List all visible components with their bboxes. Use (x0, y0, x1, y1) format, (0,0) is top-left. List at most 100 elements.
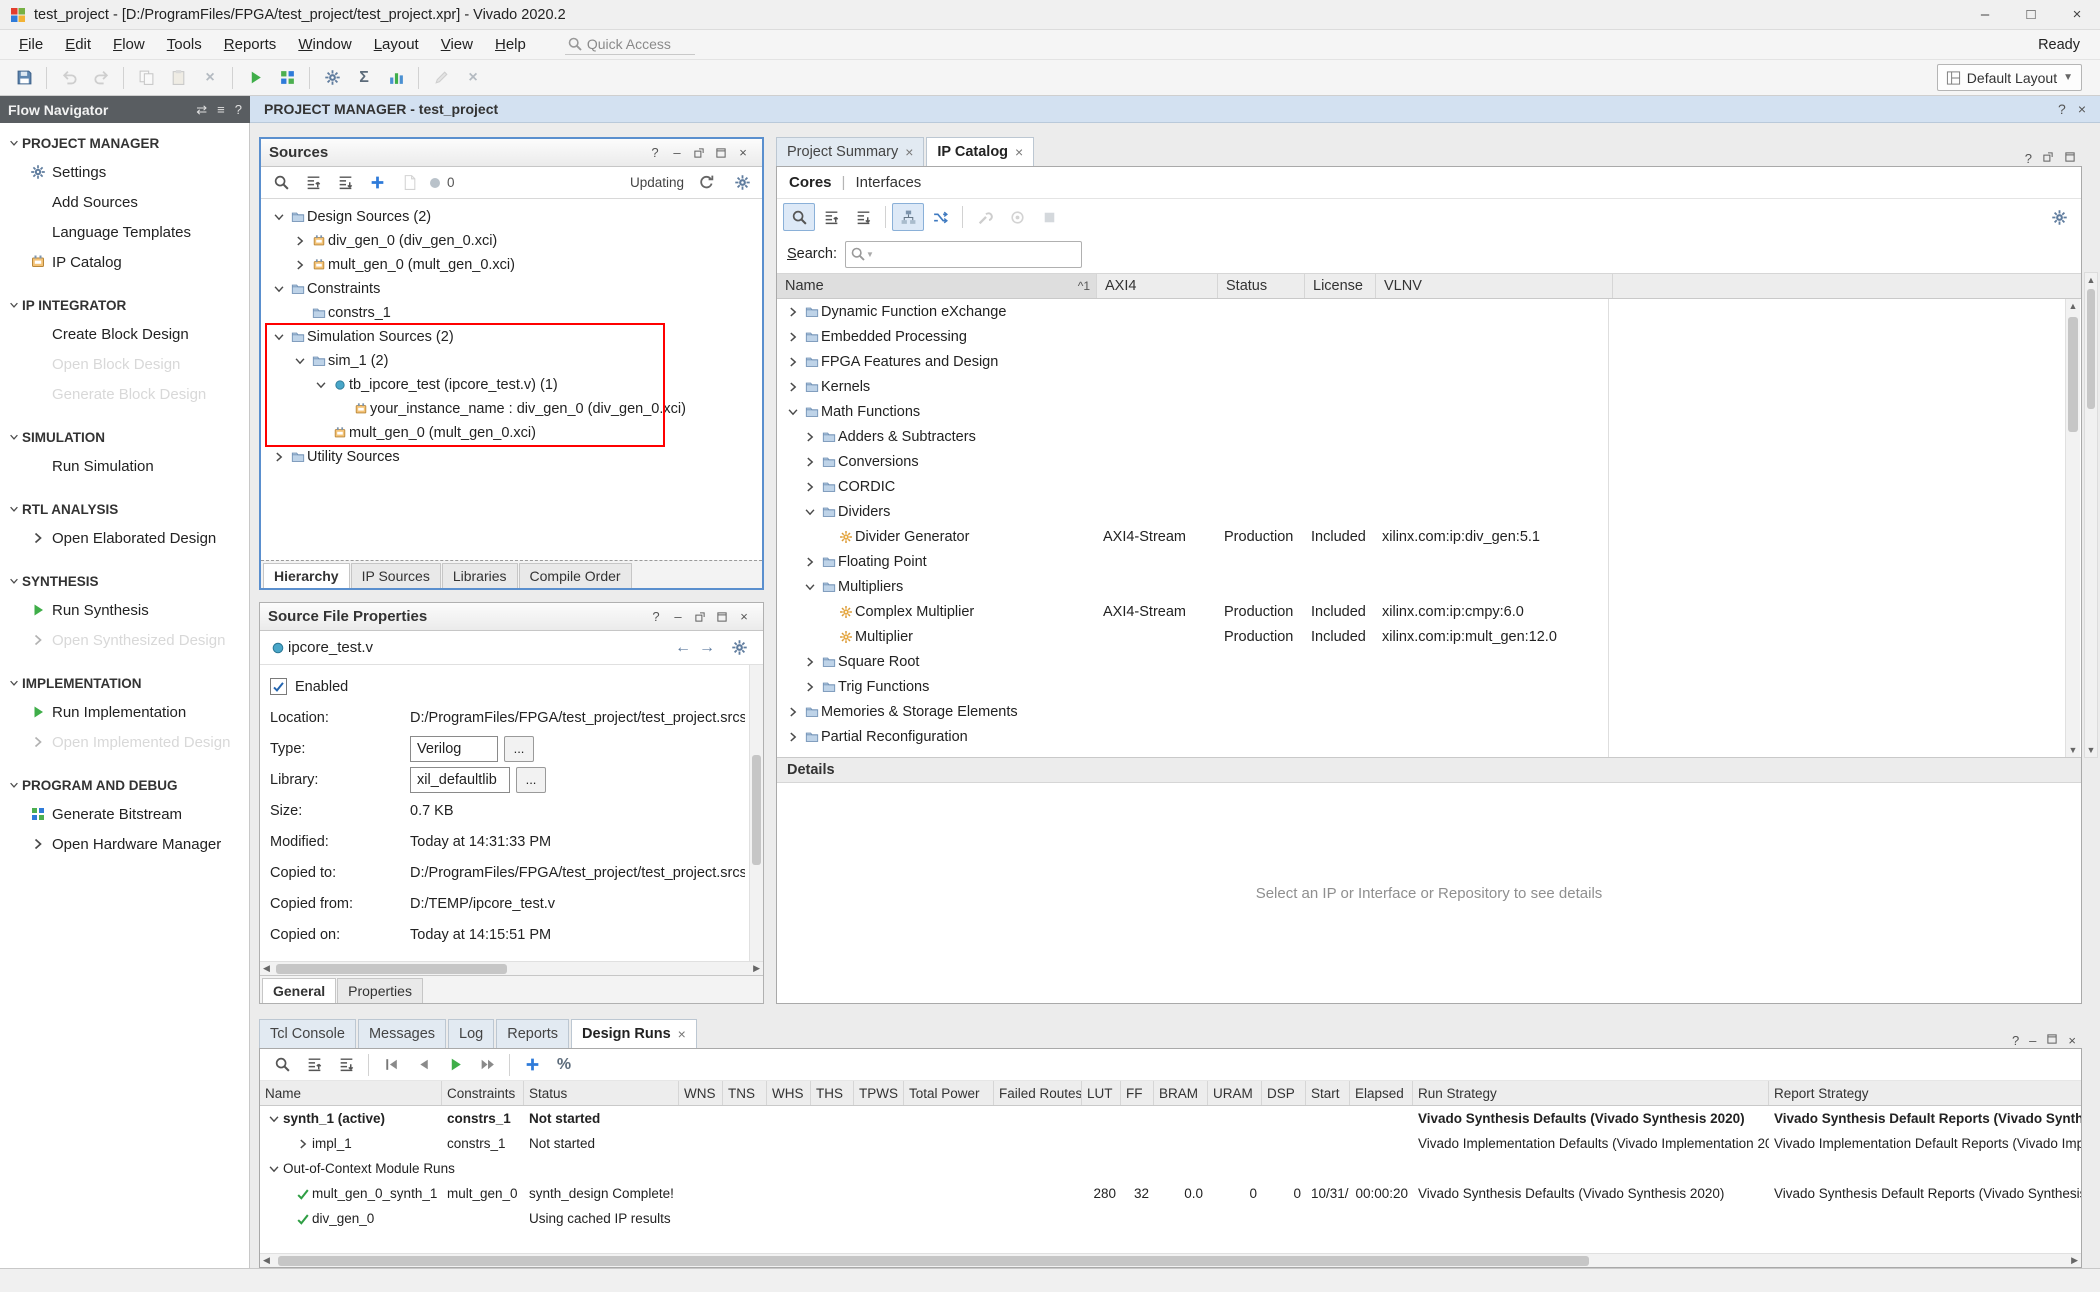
browse-button[interactable]: ... (504, 736, 534, 762)
collapse-all-icon[interactable] (298, 1051, 330, 1079)
menu-tools[interactable]: Tools (156, 30, 213, 60)
menu-help[interactable]: Help (484, 30, 537, 60)
percent-icon[interactable]: % (548, 1051, 580, 1079)
group-icon[interactable] (892, 203, 924, 231)
flow-nav-item-run-implementation[interactable]: Run Implementation (0, 697, 249, 727)
flow-nav-item-language-templates[interactable]: Language Templates (0, 217, 249, 247)
ip-catalog-row[interactable]: Dividers (777, 499, 2081, 524)
flow-nav-item-ip-catalog[interactable]: IP Catalog (0, 247, 249, 277)
column-header-status[interactable]: Status (524, 1081, 679, 1105)
subtab-interfaces[interactable]: Interfaces (855, 174, 921, 191)
ip-catalog-row[interactable]: MultiplierProductionIncludedxilinx.com:i… (777, 624, 2081, 649)
quick-access-search[interactable]: Quick Access (565, 34, 695, 55)
dock-icon[interactable]: ⇄ (196, 102, 207, 118)
expand-all-icon[interactable] (329, 169, 361, 197)
close-button[interactable]: × (2054, 0, 2100, 29)
design-run-row[interactable]: Out-of-Context Module Runs (260, 1156, 2081, 1181)
source-tree-item[interactable]: tb_ipcore_test(ipcore_test.v) (1) (261, 373, 762, 397)
flow-nav-item-open-synthesized-design[interactable]: Open Synthesized Design (0, 625, 249, 655)
sources-tab-libraries[interactable]: Libraries (442, 563, 518, 588)
tab-messages[interactable]: Messages (358, 1019, 446, 1048)
float-icon[interactable] (688, 142, 710, 164)
menu-icon[interactable]: ≡ (217, 102, 225, 118)
sources-tab-compile-order[interactable]: Compile Order (519, 563, 632, 588)
flow-nav-section-program-and-debug[interactable]: PROGRAM AND DEBUG (0, 771, 249, 799)
column-header-report-strategy[interactable]: Report Strategy (1769, 1081, 2082, 1105)
redo-icon[interactable] (85, 64, 117, 92)
flow-nav-item-run-synthesis[interactable]: Run Synthesis (0, 595, 249, 625)
customize-icon[interactable] (969, 203, 1001, 231)
tab-log[interactable]: Log (448, 1019, 494, 1048)
browse-button[interactable]: ... (516, 767, 546, 793)
scroll-down-icon[interactable]: ▼ (2085, 743, 2097, 757)
close-icon[interactable]: × (733, 606, 755, 628)
settings-gear-icon[interactable] (726, 169, 758, 197)
settings-gear-icon[interactable] (723, 634, 755, 662)
ip-catalog-row[interactable]: Conversions (777, 449, 2081, 474)
tab-project-summary[interactable]: Project Summary× (776, 137, 924, 166)
close-icon[interactable]: × (2068, 1033, 2076, 1048)
settings-icon[interactable] (316, 64, 348, 92)
ip-catalog-row[interactable]: Math Functions (777, 399, 2081, 424)
flow-nav-item-create-block-design[interactable]: Create Block Design (0, 319, 249, 349)
tab-tcl-console[interactable]: Tcl Console (259, 1019, 356, 1048)
close-icon[interactable]: × (732, 142, 754, 164)
ip-catalog-row[interactable]: Kernels (777, 374, 2081, 399)
minimize-icon[interactable]: – (666, 142, 688, 164)
forward-icon[interactable]: → (699, 639, 715, 657)
ip-catalog-row[interactable]: Trig Functions (777, 674, 2081, 699)
ip-catalog-row[interactable]: Complex MultiplierAXI4-StreamProductionI… (777, 599, 2081, 624)
flow-nav-item-settings[interactable]: Settings (0, 157, 249, 187)
minimize-icon[interactable]: – (2029, 1033, 2036, 1048)
ip-catalog-row[interactable]: Partial Reconfiguration (777, 724, 2081, 749)
expand-all-icon[interactable] (847, 203, 879, 231)
column-header-tns[interactable]: TNS (723, 1081, 767, 1105)
add-icon[interactable] (361, 169, 393, 197)
flow-nav-item-generate-block-design[interactable]: Generate Block Design (0, 379, 249, 409)
tab-design-runs[interactable]: Design Runs× (571, 1019, 697, 1048)
column-header-ths[interactable]: THS (811, 1081, 854, 1105)
refresh-icon[interactable] (690, 169, 722, 197)
back-icon[interactable]: ← (675, 639, 691, 657)
search-icon[interactable] (783, 203, 815, 231)
tab-close-icon[interactable]: × (678, 1026, 686, 1042)
ip-search-input[interactable]: ▼ (845, 241, 1082, 268)
tab-close-icon[interactable]: × (1015, 144, 1023, 160)
float-icon[interactable] (689, 606, 711, 628)
design-run-row[interactable]: div_gen_0Using cached IP results (260, 1206, 2081, 1231)
ip-catalog-row[interactable]: Multipliers (777, 574, 2081, 599)
search-icon[interactable] (266, 1051, 298, 1079)
subtab-cores[interactable]: Cores (789, 174, 832, 191)
menu-flow[interactable]: Flow (102, 30, 156, 60)
target-icon[interactable] (1001, 203, 1033, 231)
flow-nav-item-generate-bitstream[interactable]: Generate Bitstream (0, 799, 249, 829)
ip-catalog-row[interactable]: FPGA Features and Design (777, 349, 2081, 374)
horizontal-scrollbar[interactable]: ◀ ▶ (260, 961, 763, 975)
column-header-run-strategy[interactable]: Run Strategy (1413, 1081, 1769, 1105)
column-header-uram[interactable]: URAM (1208, 1081, 1262, 1105)
column-header-wns[interactable]: WNS (679, 1081, 723, 1105)
horizontal-scrollbar[interactable]: ◀ ▶ (260, 1253, 2081, 1267)
flow-nav-item-run-simulation[interactable]: Run Simulation (0, 451, 249, 481)
save-icon[interactable] (8, 64, 40, 92)
scroll-left-icon[interactable]: ◀ (263, 963, 270, 974)
column-header-elapsed[interactable]: Elapsed (1350, 1081, 1413, 1105)
source-tree-item[interactable]: Simulation Sources(2) (261, 325, 762, 349)
flow-nav-section-implementation[interactable]: IMPLEMENTATION (0, 669, 249, 697)
create-runs-icon[interactable] (516, 1051, 548, 1079)
source-tree-item[interactable]: your_instance_name : div_gen_0(div_gen_0… (261, 397, 762, 421)
column-header-whs[interactable]: WHS (767, 1081, 811, 1105)
design-run-row[interactable]: synth_1 (active)constrs_1Not startedViva… (260, 1106, 2081, 1131)
flow-nav-section-ip-integrator[interactable]: IP INTEGRATOR (0, 291, 249, 319)
maximize-button[interactable]: □ (2008, 0, 2054, 29)
flow-nav-item-open-elaborated-design[interactable]: Open Elaborated Design (0, 523, 249, 553)
settings-gear-icon[interactable] (2043, 203, 2075, 231)
program-device-icon[interactable] (271, 64, 303, 92)
source-tree-item[interactable]: sim_1(2) (261, 349, 762, 373)
source-tree-item[interactable]: constrs_1 (261, 301, 762, 325)
column-header-start[interactable]: Start (1306, 1081, 1350, 1105)
minimize-button[interactable]: – (1962, 0, 2008, 29)
menu-reports[interactable]: Reports (213, 30, 288, 60)
ip-catalog-row[interactable]: Memories & Storage Elements (777, 699, 2081, 724)
menu-view[interactable]: View (430, 30, 484, 60)
